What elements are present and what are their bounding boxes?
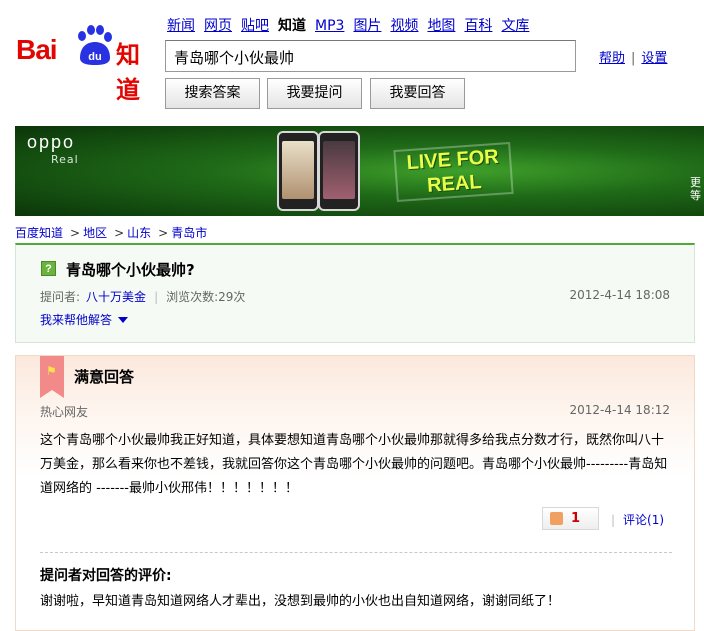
banner-more-text[interactable]: 更等: [690, 176, 704, 202]
comment-link-wrap: | 评论(1): [611, 513, 665, 527]
help-answer-label: 我来帮他解答: [40, 313, 113, 327]
help-link[interactable]: 帮助: [599, 51, 625, 66]
dropdown-arrow-icon: [118, 317, 129, 323]
baidu-zhidao-logo[interactable]: Bai du 知道: [16, 22, 156, 104]
nav-mp3[interactable]: MP3: [315, 18, 344, 34]
question-title: 青岛哪个小伙最帅?: [66, 261, 195, 279]
top-links: 帮助 | 设置: [599, 47, 667, 66]
like-count: 1: [571, 511, 581, 526]
view-count: 浏览次数:29次: [166, 290, 246, 304]
breadcrumb: 百度知道 > 地区 > 山东 > 青岛市: [15, 224, 207, 241]
nav-wenku[interactable]: 文库: [501, 15, 529, 35]
thumbs-up-icon: [550, 512, 563, 525]
paw-icon: du: [78, 25, 112, 65]
asker-label: 提问者:: [40, 290, 81, 304]
question-icon: ?: [41, 261, 56, 276]
logo-zhidao-text: 知道: [116, 41, 140, 104]
comment-link[interactable]: 评论(1): [623, 513, 664, 527]
breadcrumb-shandong[interactable]: 山东: [127, 226, 151, 240]
ribbon-badge-icon: ⚑: [40, 356, 64, 398]
logo-bai-text: Bai: [16, 34, 58, 65]
best-answer-box: ⚑ 满意回答 热心网友 2012-4-14 18:12 这个青岛哪个小伙最帅我正…: [15, 355, 695, 631]
nav-map[interactable]: 地图: [427, 15, 455, 35]
breadcrumb-qingdao[interactable]: 青岛市: [171, 226, 207, 240]
ad-banner[interactable]: oppo Real LIVE FOR REAL 更等: [15, 126, 704, 216]
evaluation-text: 谢谢啦，早知道青岛知道网络人才辈出，没想到最帅的小伙也出自知道网络，谢谢同纸了！: [40, 594, 561, 609]
nav-video[interactable]: 视频: [390, 15, 418, 35]
asker-link[interactable]: 八十万美金: [86, 290, 146, 304]
top-links-separator: |: [631, 51, 636, 66]
evaluation-title: 提问者对回答的评价:: [40, 568, 172, 584]
search-answers-button[interactable]: 搜索答案: [165, 78, 260, 109]
banner-model: Real: [51, 153, 79, 166]
best-answer-title: 满意回答: [74, 368, 135, 386]
nav-news[interactable]: 新闻: [167, 15, 195, 35]
answer-question-button[interactable]: 我要回答: [370, 78, 465, 109]
like-button[interactable]: 1: [542, 507, 599, 530]
breadcrumb-region[interactable]: 地区: [83, 226, 107, 240]
banner-brand: oppo: [27, 132, 76, 152]
question-box: ? 青岛哪个小伙最帅? 提问者: 八十万美金 | 浏览次数:29次 2012-4-14…: [15, 243, 695, 343]
nav-baike[interactable]: 百科: [464, 15, 492, 35]
nav-tieba[interactable]: 贴吧: [241, 15, 269, 35]
top-nav: 新闻 网页 贴吧 知道 MP3 图片 视频 地图 百科 文库: [167, 15, 538, 35]
breadcrumb-separator: >: [158, 226, 169, 240]
nav-zhidao[interactable]: 知道: [278, 15, 306, 35]
question-meta: 提问者: 八十万美金 | 浏览次数:29次: [40, 290, 246, 304]
phone-image: [277, 131, 319, 211]
answer-user: 热心网友: [40, 405, 89, 419]
settings-link[interactable]: 设置: [641, 51, 667, 66]
nav-web[interactable]: 网页: [204, 15, 232, 35]
nav-images[interactable]: 图片: [353, 15, 381, 35]
help-answer-link[interactable]: 我来帮他解答: [40, 311, 129, 328]
breadcrumb-separator: >: [70, 226, 81, 240]
answer-date: 2012-4-14 18:12: [569, 403, 671, 417]
answer-text: 这个青岛哪个小伙最帅我正好知道，具体要想知道青岛哪个小伙最帅那就得多给我点分数才…: [40, 433, 668, 496]
breadcrumb-separator: >: [114, 226, 125, 240]
divider: [40, 552, 672, 553]
breadcrumb-zhidao[interactable]: 百度知道: [15, 226, 63, 240]
banner-slogan: LIVE FOR REAL: [393, 141, 514, 203]
ask-question-button[interactable]: 我要提问: [267, 78, 362, 109]
phone-image: [318, 131, 360, 211]
logo-du-text: du: [88, 51, 101, 63]
search-input[interactable]: 青岛哪个小伙最帅: [165, 40, 576, 72]
question-date: 2012-4-14 18:08: [569, 288, 671, 302]
